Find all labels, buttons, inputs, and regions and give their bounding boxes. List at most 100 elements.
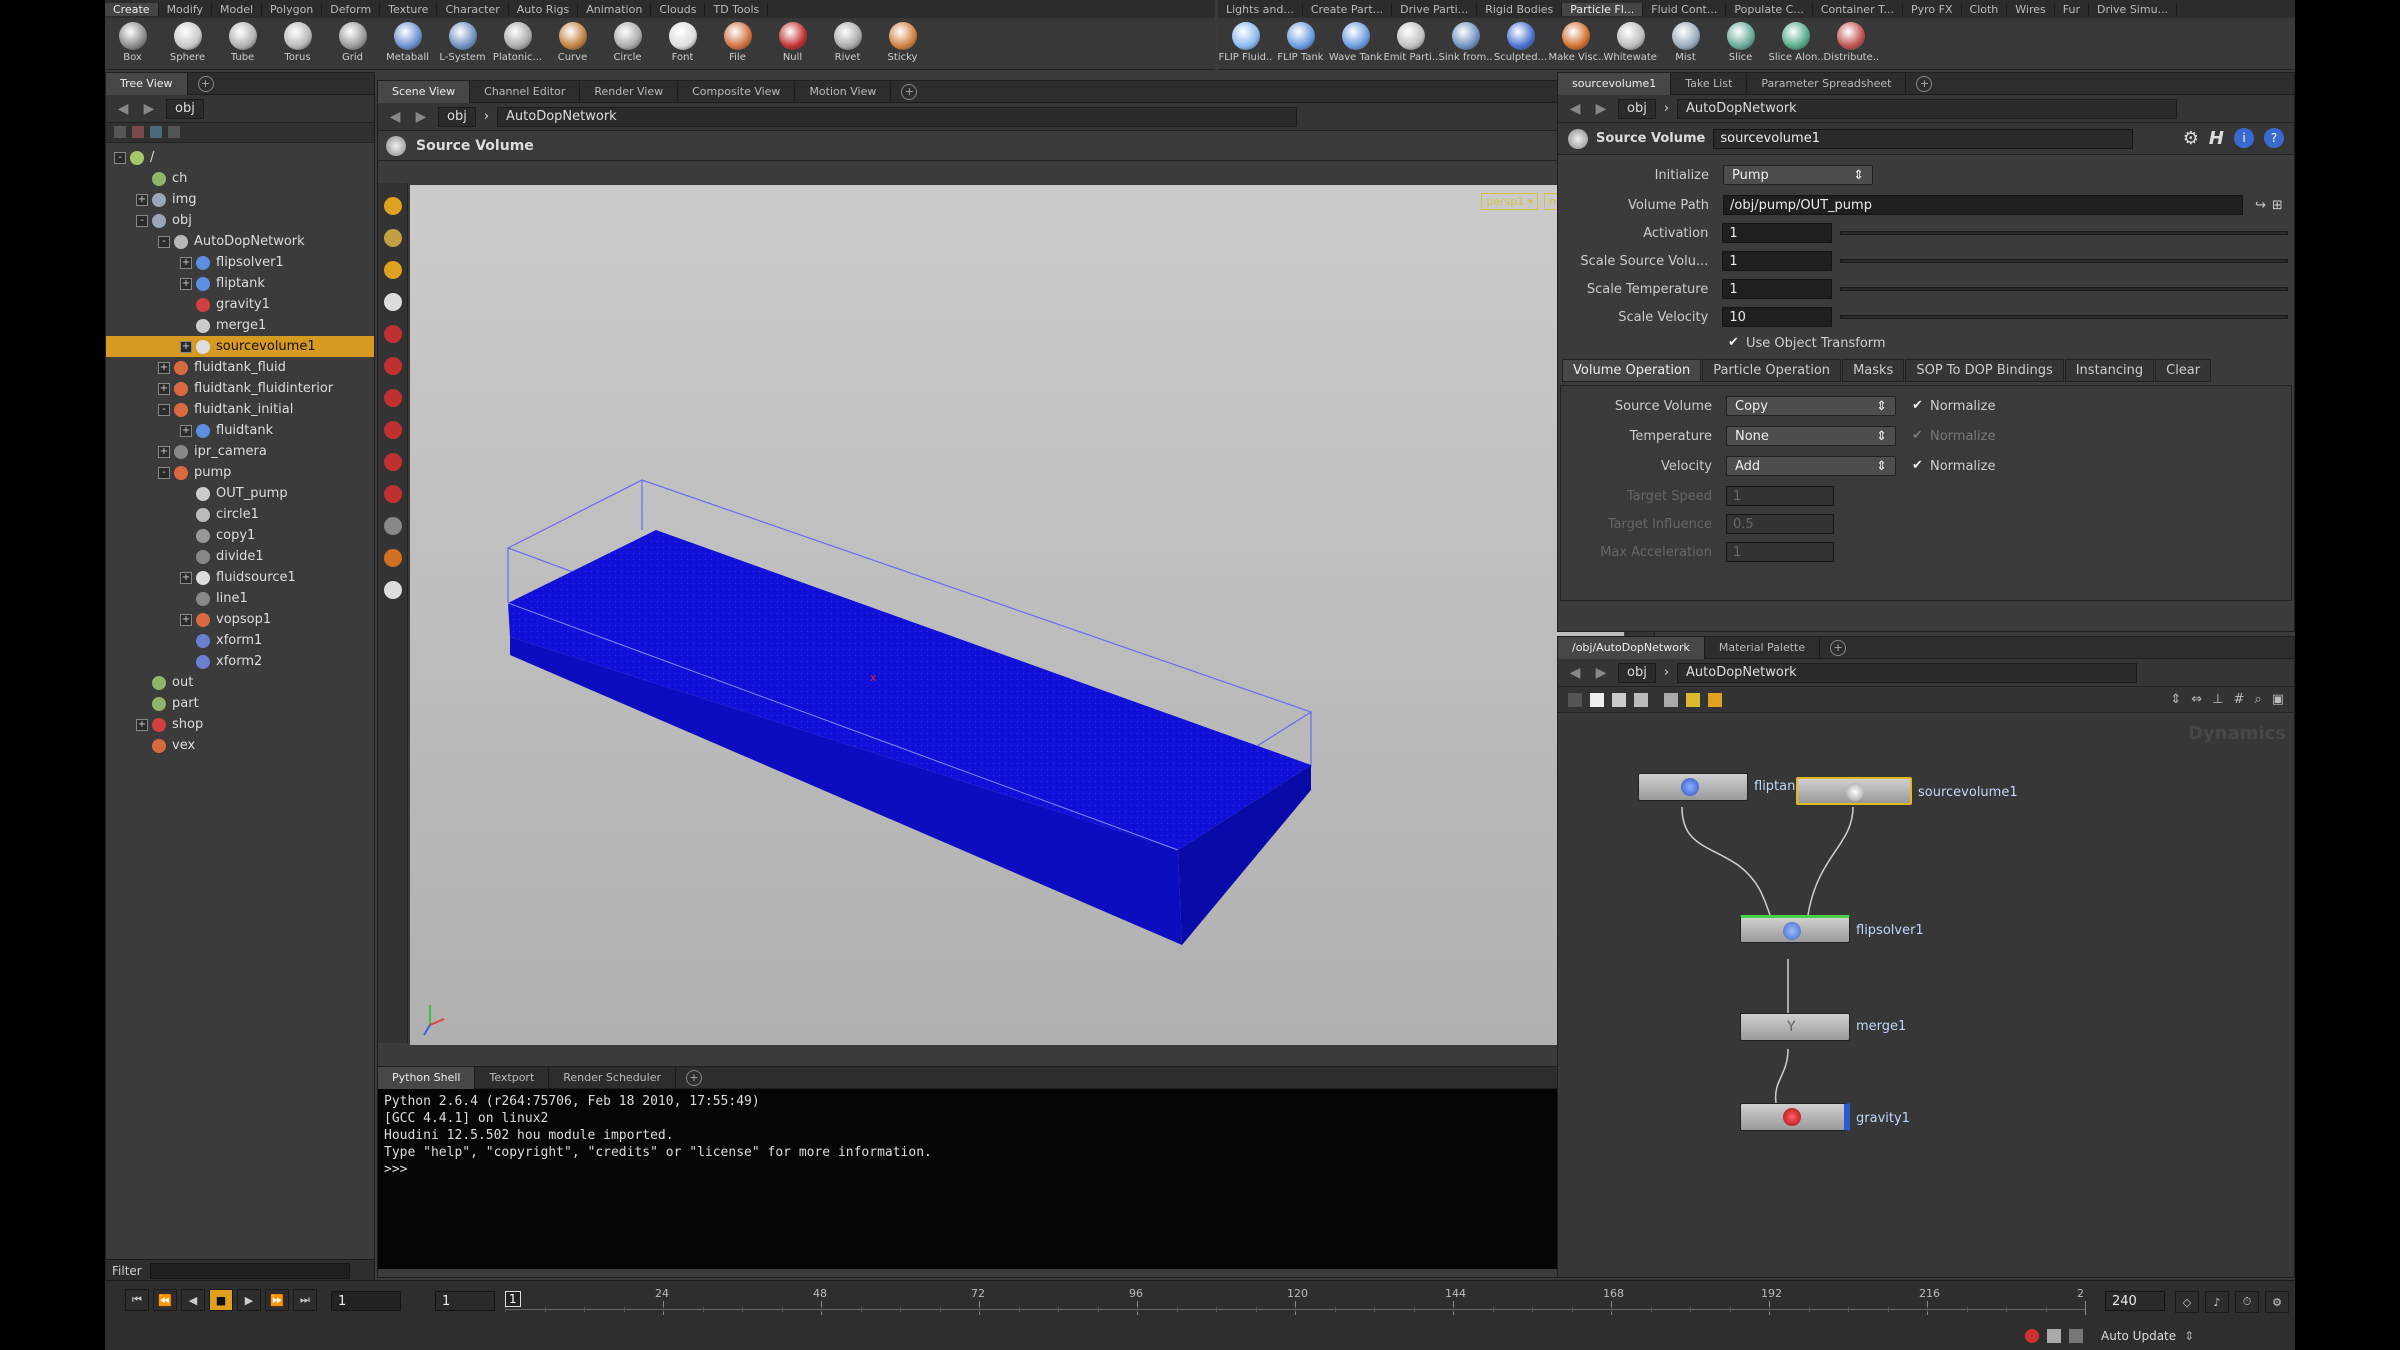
back-arrow-icon[interactable]: ◀ bbox=[386, 108, 404, 126]
shelf-tab-clouds[interactable]: Clouds bbox=[651, 2, 706, 16]
initialize-menu[interactable]: Pump ⇕ bbox=[1723, 165, 1873, 185]
path-segment-obj[interactable]: obj bbox=[1618, 98, 1656, 119]
shelf-tool-sculpted[interactable]: Sculpted... bbox=[1493, 18, 1548, 70]
step-forward-icon[interactable]: ⏩ bbox=[265, 1289, 289, 1311]
scale-velocity-field[interactable]: 10 bbox=[1722, 307, 1832, 327]
tree-item-pump[interactable]: - pump bbox=[106, 462, 374, 483]
network-box-icon[interactable] bbox=[1708, 692, 1722, 707]
tree-item-img[interactable]: + img bbox=[106, 189, 374, 210]
forward-arrow-icon[interactable]: ▶ bbox=[412, 108, 430, 126]
subtab-volume-operation[interactable]: Volume Operation bbox=[1562, 359, 1702, 382]
velocity-menu[interactable]: Add ⇕ bbox=[1726, 456, 1896, 476]
tree-item-ipr-camera[interactable]: + ipr_camera bbox=[106, 441, 374, 462]
expand-icon[interactable]: + bbox=[158, 361, 170, 374]
temperature-menu[interactable]: None ⇕ bbox=[1726, 426, 1896, 446]
houdini-help-icon[interactable]: H bbox=[2209, 128, 2224, 149]
tab-textport[interactable]: Textport bbox=[475, 1066, 550, 1089]
tab-render-view[interactable]: Render View bbox=[580, 80, 679, 103]
shelf-tab-deform[interactable]: Deform bbox=[322, 2, 381, 16]
shelf-tool-grid[interactable]: Grid bbox=[325, 18, 380, 70]
start-frame-field[interactable]: 1 bbox=[435, 1291, 495, 1311]
source-volume-menu[interactable]: Copy ⇕ bbox=[1726, 396, 1896, 416]
tree-item-shop[interactable]: + shop bbox=[106, 714, 374, 735]
select-icon[interactable] bbox=[383, 197, 402, 215]
tree-filter-icon[interactable] bbox=[114, 126, 126, 138]
zoom-icon[interactable]: ⌕ bbox=[2254, 692, 2261, 707]
realtime-icon[interactable]: ⏱ bbox=[2235, 1291, 2259, 1313]
grid-icon[interactable]: # bbox=[2234, 692, 2245, 707]
pointer-icon[interactable] bbox=[383, 293, 402, 311]
stop-icon[interactable]: ■ bbox=[209, 1289, 233, 1311]
info-icon[interactable]: i bbox=[2234, 128, 2254, 148]
tree-item-merge1[interactable]: merge1 bbox=[106, 315, 374, 336]
expand-icon[interactable]: + bbox=[180, 256, 192, 269]
view-icon[interactable] bbox=[383, 421, 402, 439]
tree-item-fluidtank-fluidinterior[interactable]: + fluidtank_fluidinterior bbox=[106, 378, 374, 399]
shelf-tab-cloth[interactable]: Cloth bbox=[1962, 2, 2008, 16]
subtab-instancing[interactable]: Instancing bbox=[2064, 359, 2155, 382]
display-icon[interactable] bbox=[383, 581, 402, 599]
subtab-sop-to-dop-bindings[interactable]: SOP To DOP Bindings bbox=[1905, 359, 2064, 382]
transform-icon[interactable] bbox=[383, 229, 402, 247]
gear-icon[interactable]: ⚙ bbox=[2183, 128, 2199, 149]
add-tab-icon[interactable]: + bbox=[686, 1069, 702, 1086]
node-sourcevolume1[interactable] bbox=[1796, 777, 1912, 805]
tab-sourcevolume1[interactable]: sourcevolume1 bbox=[1558, 72, 1672, 95]
collapse-icon[interactable]: - bbox=[158, 466, 170, 479]
shelf-tab-texture[interactable]: Texture bbox=[380, 2, 438, 16]
subtab-particle-operation[interactable]: Particle Operation bbox=[1702, 359, 1842, 382]
tab-obj-autodopnetwork[interactable]: /obj/AutoDopNetwork bbox=[1558, 636, 1705, 659]
shelf-tab-fluid-cont[interactable]: Fluid Cont... bbox=[1643, 2, 1727, 16]
shelf-tab-drive-parti[interactable]: Drive Parti... bbox=[1392, 2, 1478, 16]
shelf-tab-character[interactable]: Character bbox=[437, 2, 509, 16]
paint-icon[interactable] bbox=[383, 389, 402, 407]
tree-item-part[interactable]: part bbox=[106, 693, 374, 714]
subtab-clear[interactable]: Clear bbox=[2155, 359, 2212, 382]
pose-icon[interactable] bbox=[383, 325, 402, 343]
tree-item-flipsolver1[interactable]: + flipsolver1 bbox=[106, 252, 374, 273]
shelf-tab-create-part[interactable]: Create Part... bbox=[1303, 2, 1393, 16]
list-mode-icon[interactable] bbox=[1568, 692, 1582, 707]
shelf-tab-particle-fl[interactable]: Particle Fl... bbox=[1562, 2, 1644, 16]
node-name-field[interactable]: sourcevolume1 bbox=[1713, 128, 2134, 149]
shelf-tab-td-tools[interactable]: TD Tools bbox=[705, 2, 769, 16]
volume-path-field[interactable]: /obj/pump/OUT_pump bbox=[1723, 195, 2243, 215]
error-icon[interactable] bbox=[2025, 1329, 2039, 1343]
tree-mode-icon[interactable] bbox=[1634, 692, 1648, 707]
shelf-tool-distribute[interactable]: Distribute... bbox=[1823, 18, 1878, 70]
shelf-tab-container-t[interactable]: Container T... bbox=[1813, 2, 1903, 16]
tab-tree-view[interactable]: Tree View bbox=[106, 72, 188, 95]
tab-take-list[interactable]: Take List bbox=[1671, 72, 1748, 95]
tile-mode-icon[interactable] bbox=[1590, 692, 1604, 707]
path-segment-autodopnetwork[interactable]: AutoDopNetwork bbox=[1677, 662, 2138, 683]
collapse-icon[interactable]: - bbox=[136, 214, 148, 227]
collapse-icon[interactable]: - bbox=[158, 235, 170, 248]
shelf-tool-make-visc[interactable]: Make Visc... bbox=[1548, 18, 1603, 70]
add-tab-icon[interactable]: + bbox=[197, 75, 214, 92]
play-reverse-icon[interactable]: ◀ bbox=[181, 1289, 205, 1311]
shelf-tab-drive-simu[interactable]: Drive Simu... bbox=[2089, 2, 2178, 16]
shelf-tool-l-system[interactable]: L-System bbox=[435, 18, 490, 70]
tree-option-icon[interactable] bbox=[168, 126, 180, 138]
global-anim-icon[interactable]: ⚙ bbox=[2265, 1291, 2289, 1313]
shelf-tab-create[interactable]: Create bbox=[105, 2, 159, 16]
tab-material-palette[interactable]: Material Palette bbox=[1705, 636, 1821, 659]
shelf-tool-platonic[interactable]: Platonic... bbox=[490, 18, 545, 70]
cloud-icon[interactable] bbox=[2047, 1329, 2061, 1343]
shelf-tool-emit-parti[interactable]: Emit Parti... bbox=[1383, 18, 1438, 70]
shelf-tool-sticky[interactable]: Sticky bbox=[875, 18, 930, 70]
shelf-tab-auto-rigs[interactable]: Auto Rigs bbox=[509, 2, 579, 16]
network-canvas[interactable]: Dynamics fliptank sourcevolume1 flipsolv… bbox=[1558, 715, 2294, 1277]
shelf-tool-whitewater[interactable]: Whitewater bbox=[1603, 18, 1658, 70]
scale-temperature-slider[interactable] bbox=[1839, 287, 2288, 291]
tree-item-sourcevolume1[interactable]: + sourcevolume1 bbox=[106, 336, 374, 357]
auto-update-menu[interactable]: Auto Update bbox=[2101, 1329, 2176, 1343]
shelf-tool-file[interactable]: File bbox=[710, 18, 765, 70]
jump-end-icon[interactable]: ⏭ bbox=[293, 1289, 317, 1311]
temperature-normalize-checkbox[interactable]: ✔ bbox=[1912, 429, 1924, 442]
play-icon[interactable]: ▶ bbox=[237, 1289, 261, 1311]
node-flipsolver1[interactable] bbox=[1740, 915, 1850, 943]
add-tab-icon[interactable]: + bbox=[1830, 639, 1847, 656]
shelf-tab-polygon[interactable]: Polygon bbox=[262, 2, 323, 16]
shelf-tool-rivet[interactable]: Rivet bbox=[820, 18, 875, 70]
